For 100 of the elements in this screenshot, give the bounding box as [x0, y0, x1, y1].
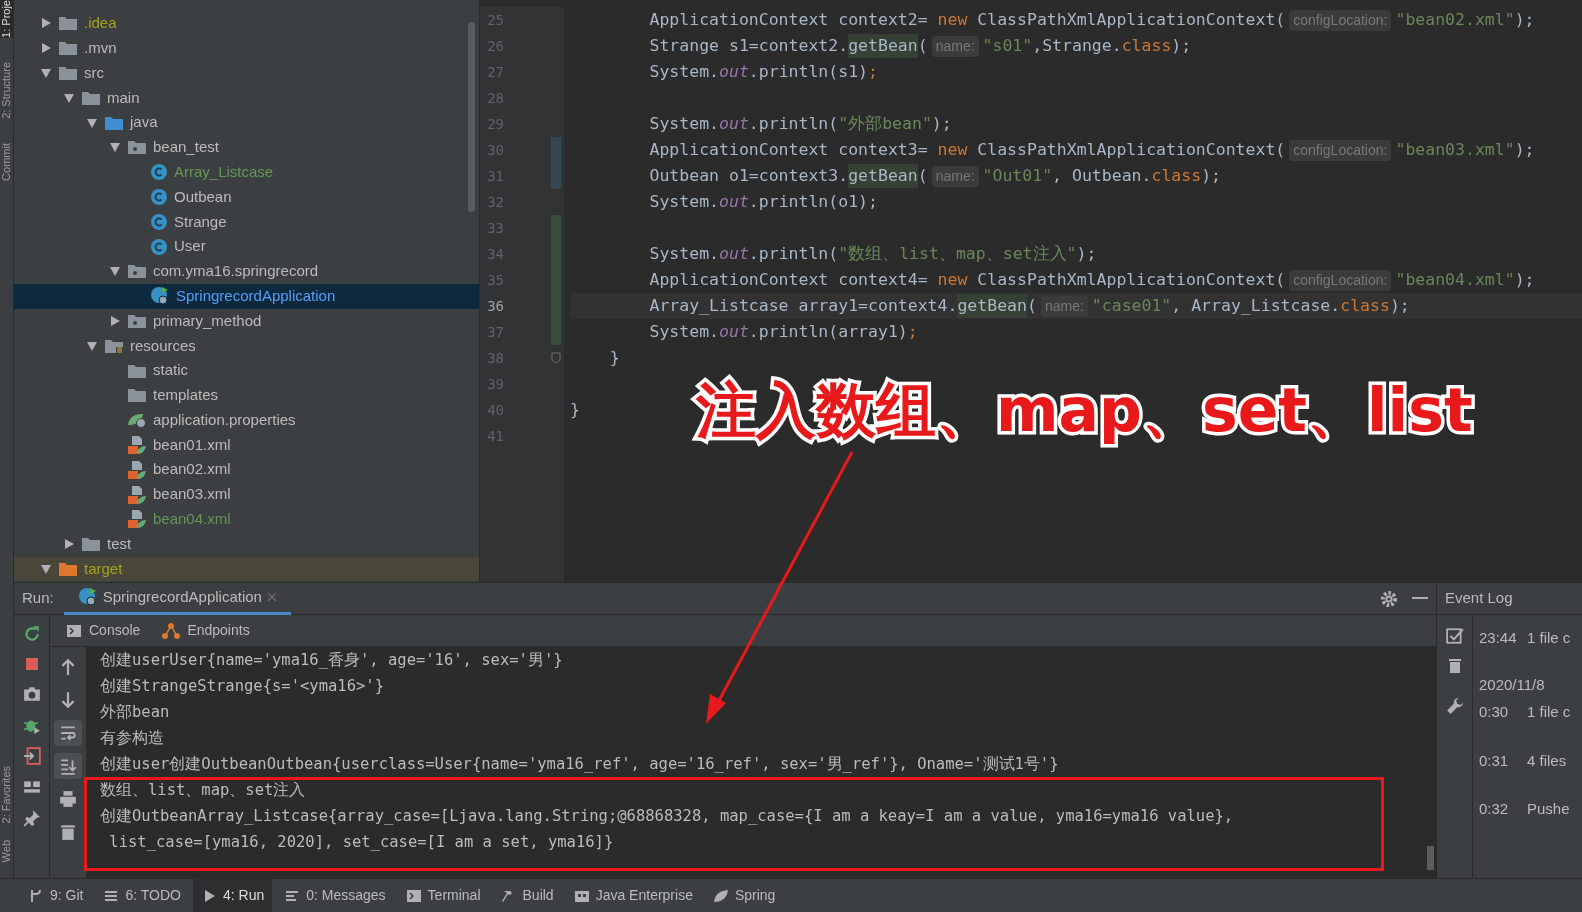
tool-window-button[interactable]: Build — [492, 878, 562, 912]
caret-down-icon[interactable] — [63, 91, 75, 104]
tool-window-tab[interactable]: 2: Structure — [0, 61, 13, 119]
tool-window-tab[interactable]: Web — [0, 839, 13, 862]
folder-icon — [81, 89, 101, 106]
caret-right-icon[interactable] — [63, 538, 75, 551]
tree-item[interactable]: static — [14, 358, 479, 383]
tree-item[interactable]: User — [14, 234, 479, 259]
console-tab[interactable]: Console — [66, 620, 141, 641]
tree-item[interactable]: com.yma16.springrecord — [14, 258, 479, 284]
resources-folder-icon — [104, 337, 124, 354]
scroll-to-end-icon — [59, 757, 77, 775]
tool-window-tab[interactable]: 1: Proje — [0, 0, 13, 38]
code-token: ( — [917, 34, 928, 57]
run-tab[interactable]: SpringrecordApplication — [63, 582, 291, 615]
folder-icon — [58, 40, 78, 57]
code-token: "bean03.xml" — [1395, 138, 1515, 161]
event-time: 23:44 — [1479, 628, 1517, 648]
settings-icon[interactable] — [1380, 589, 1398, 608]
scrollbar[interactable] — [468, 22, 475, 212]
code-token: ); — [1514, 138, 1535, 161]
caret-right-icon[interactable] — [40, 42, 52, 55]
tree-item-label: test — [107, 533, 132, 554]
tree-item[interactable]: bean01.xml — [14, 432, 479, 458]
tree-item[interactable]: SpringrecordApplication — [14, 283, 479, 309]
tree-item[interactable]: Array_Listcase — [14, 159, 479, 185]
console-tool-button[interactable] — [54, 753, 82, 779]
spring-leaf-icon — [127, 411, 147, 430]
caret-down-icon[interactable] — [86, 339, 98, 352]
code-token: ; — [868, 60, 878, 83]
change-marker[interactable] — [551, 163, 561, 189]
change-marker[interactable] — [551, 215, 561, 241]
tree-item[interactable]: Strange — [14, 209, 479, 235]
tree-item-label: resources — [130, 335, 196, 356]
tree-item[interactable]: .mvn — [14, 35, 479, 61]
tree-item[interactable]: target — [14, 556, 479, 582]
tool-window-button[interactable]: Spring — [704, 878, 784, 912]
tree-item[interactable]: Outbean — [14, 184, 479, 210]
tree-item[interactable]: templates — [14, 382, 479, 408]
caret-down-icon[interactable] — [40, 67, 52, 79]
console-tab[interactable]: Endpoints — [162, 620, 250, 641]
change-marker[interactable] — [551, 319, 561, 345]
change-marker[interactable] — [551, 137, 561, 163]
tree-item[interactable]: src — [14, 60, 479, 86]
code-token: "s01" — [982, 34, 1033, 57]
tree-item-label: bean01.xml — [153, 434, 231, 455]
layout-icon[interactable] — [22, 778, 41, 796]
code-token: "Out01" — [982, 164, 1053, 187]
wrench-icon[interactable] — [1445, 697, 1464, 715]
tree-item-label: static — [153, 360, 188, 381]
tree-item-label: application.properties — [153, 409, 296, 430]
event-time: 0:31 — [1479, 750, 1510, 771]
code-token: , Array_Listcase. — [1171, 294, 1341, 317]
xml-file-icon — [127, 509, 147, 530]
tree-item[interactable]: bean03.xml — [14, 482, 479, 507]
camera-icon[interactable] — [22, 685, 41, 703]
caret-right-icon[interactable] — [109, 314, 121, 327]
package-icon — [127, 263, 147, 280]
caret-down-icon[interactable] — [109, 141, 121, 154]
tree-item[interactable]: java — [14, 110, 479, 135]
tool-window-button[interactable]: 4: Run — [193, 878, 273, 912]
soft-wrap-icon — [59, 724, 77, 742]
stop-icon[interactable] — [23, 656, 40, 672]
tool-window-tab[interactable]: 2: Favorites — [0, 766, 13, 824]
code-token: Array_Listcase array1=context4. — [648, 294, 958, 317]
tool-window-button[interactable]: Terminal — [397, 878, 489, 912]
tree-item[interactable]: primary_method — [14, 308, 479, 334]
xml-file-icon — [127, 434, 147, 455]
tree-item-label: .mvn — [84, 37, 117, 58]
pin-icon[interactable] — [22, 809, 41, 827]
tree-item[interactable]: bean_test — [14, 135, 479, 160]
code-token: out — [719, 320, 749, 343]
tree-item[interactable]: test — [14, 531, 479, 557]
exit-icon[interactable] — [22, 747, 41, 765]
folder-icon — [58, 15, 78, 32]
tool-window-button[interactable]: 6: TODO — [95, 878, 189, 912]
caret-down-icon[interactable] — [109, 265, 121, 278]
scrollbar[interactable] — [1427, 846, 1434, 870]
caret-down-icon[interactable] — [40, 562, 52, 575]
tree-item-label: Strange — [174, 211, 227, 232]
tool-window-tab[interactable]: Commit — [0, 142, 13, 181]
checkbox-icon[interactable] — [1445, 627, 1464, 645]
tree-item[interactable]: resources — [14, 333, 479, 359]
tool-window-button[interactable]: 9: Git — [20, 878, 92, 912]
tree-item[interactable]: bean02.xml — [14, 457, 479, 483]
tree-item[interactable]: .idea — [14, 11, 479, 36]
console-tool-button[interactable] — [54, 720, 82, 746]
tree-item[interactable]: main — [14, 85, 479, 111]
trash-icon[interactable] — [1446, 657, 1463, 675]
rerun-icon[interactable] — [22, 625, 41, 643]
code-token: new — [937, 8, 968, 31]
tree-item[interactable]: bean04.xml — [14, 506, 479, 532]
code-token: ClassPathXmlApplicationContext( — [976, 268, 1286, 291]
caret-down-icon[interactable] — [86, 116, 98, 129]
event-message: 1 file c — [1527, 628, 1571, 648]
tool-window-button[interactable]: 0: Messages — [276, 878, 394, 912]
folder-icon — [104, 114, 124, 131]
caret-right-icon[interactable] — [40, 17, 52, 30]
tree-item[interactable]: application.properties — [14, 407, 479, 433]
tool-window-button[interactable]: Java Enterprise — [565, 878, 701, 912]
